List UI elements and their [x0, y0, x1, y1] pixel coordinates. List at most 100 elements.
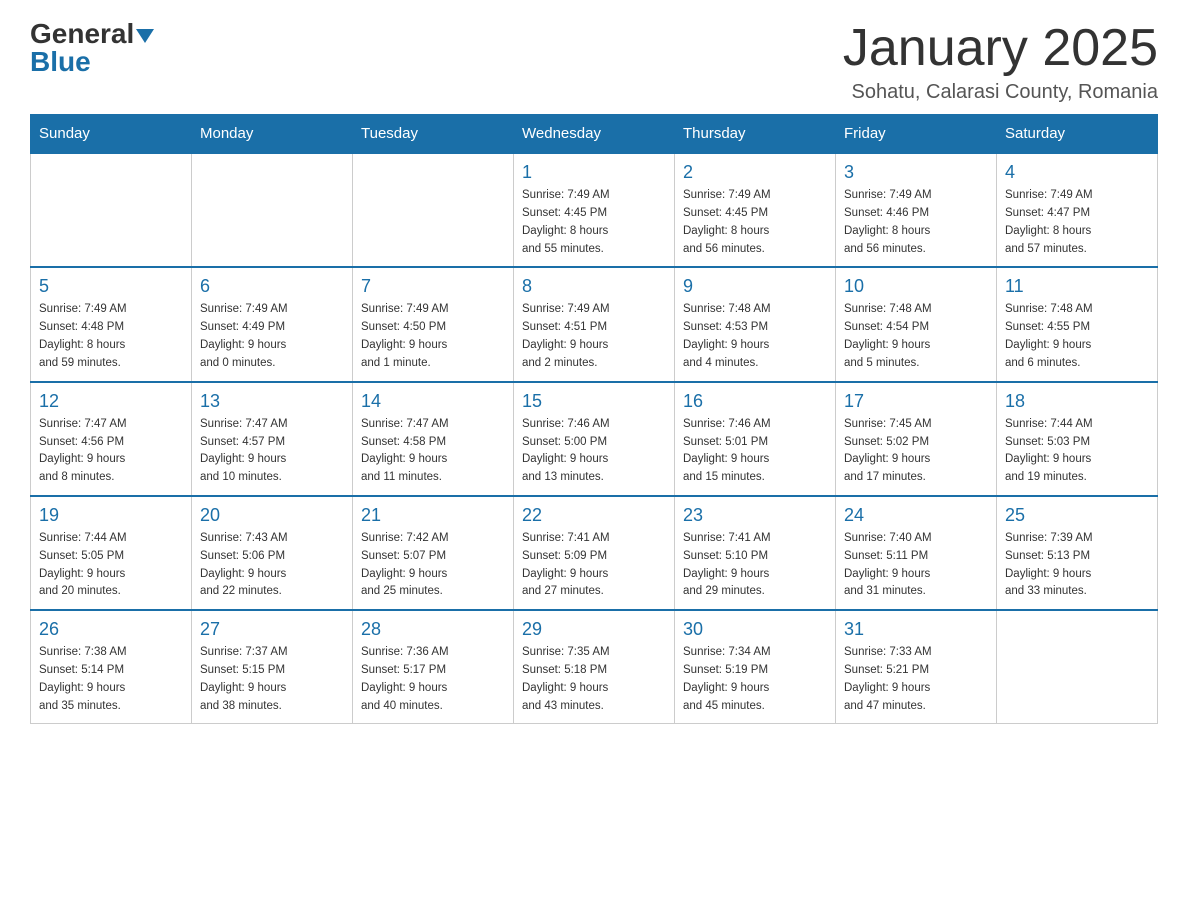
day-number: 22 [522, 505, 666, 526]
day-info: Sunrise: 7:48 AMSunset: 4:55 PMDaylight:… [1005, 301, 1149, 372]
calendar-cell [353, 153, 514, 267]
day-info: Sunrise: 7:49 AMSunset: 4:45 PMDaylight:… [522, 187, 666, 258]
calendar-cell [31, 153, 192, 267]
calendar-cell: 23 Sunrise: 7:41 AMSunset: 5:10 PMDayligh… [675, 496, 836, 610]
day-number: 11 [1005, 276, 1149, 297]
calendar-week-row: 5 Sunrise: 7:49 AMSunset: 4:48 PMDaylight… [31, 267, 1158, 381]
day-info: Sunrise: 7:46 AMSunset: 5:00 PMDaylight:… [522, 416, 666, 487]
calendar-cell: 6 Sunrise: 7:49 AMSunset: 4:49 PMDaylight… [192, 267, 353, 381]
day-info: Sunrise: 7:47 AMSunset: 4:57 PMDaylight:… [200, 416, 344, 487]
day-info: Sunrise: 7:49 AMSunset: 4:51 PMDaylight:… [522, 301, 666, 372]
day-number: 27 [200, 619, 344, 640]
calendar-week-row: 1 Sunrise: 7:49 AMSunset: 4:45 PMDaylight… [31, 153, 1158, 267]
day-number: 19 [39, 505, 183, 526]
day-number: 24 [844, 505, 988, 526]
day-number: 12 [39, 391, 183, 412]
column-header-sunday: Sunday [31, 115, 192, 154]
day-number: 9 [683, 276, 827, 297]
logo-line2: Blue [30, 48, 91, 76]
calendar-cell: 4Sunrise: 7:49 AMSunset: 4:47 PMDaylight… [997, 153, 1158, 267]
column-header-thursday: Thursday [675, 115, 836, 154]
calendar-cell: 20 Sunrise: 7:43 AMSunset: 5:06 PMDayligh… [192, 496, 353, 610]
day-info: Sunrise: 7:46 AMSunset: 5:01 PMDaylight:… [683, 416, 827, 487]
calendar-cell: 28 Sunrise: 7:36 AMSunset: 5:17 PMDayligh… [353, 610, 514, 724]
column-header-tuesday: Tuesday [353, 115, 514, 154]
day-number: 18 [1005, 391, 1149, 412]
day-number: 20 [200, 505, 344, 526]
day-info: Sunrise: 7:47 AMSunset: 4:58 PMDaylight:… [361, 416, 505, 487]
calendar-subtitle: Sohatu, Calarasi County, Romania [843, 81, 1158, 104]
calendar-cell: 21 Sunrise: 7:42 AMSunset: 5:07 PMDayligh… [353, 496, 514, 610]
day-number: 14 [361, 391, 505, 412]
calendar-cell: 7 Sunrise: 7:49 AMSunset: 4:50 PMDaylight… [353, 267, 514, 381]
calendar-cell: 5 Sunrise: 7:49 AMSunset: 4:48 PMDaylight… [31, 267, 192, 381]
day-info: Sunrise: 7:49 AMSunset: 4:47 PMDaylight:… [1005, 187, 1149, 258]
day-number: 25 [1005, 505, 1149, 526]
day-number: 10 [844, 276, 988, 297]
calendar-cell: 18Sunrise: 7:44 AMSunset: 5:03 PMDayligh… [997, 382, 1158, 496]
day-number: 28 [361, 619, 505, 640]
page-header: General Blue January 2025 Sohatu, Calara… [30, 20, 1158, 104]
calendar-cell: 12 Sunrise: 7:47 AMSunset: 4:56 PMDayligh… [31, 382, 192, 496]
calendar-cell: 10Sunrise: 7:48 AMSunset: 4:54 PMDayligh… [836, 267, 997, 381]
calendar-cell: 16 Sunrise: 7:46 AMSunset: 5:01 PMDayligh… [675, 382, 836, 496]
day-info: Sunrise: 7:37 AMSunset: 5:15 PMDaylight:… [200, 644, 344, 715]
calendar-cell: 30 Sunrise: 7:34 AMSunset: 5:19 PMDayligh… [675, 610, 836, 724]
calendar-week-row: 12 Sunrise: 7:47 AMSunset: 4:56 PMDayligh… [31, 382, 1158, 496]
day-info: Sunrise: 7:49 AMSunset: 4:48 PMDaylight:… [39, 301, 183, 372]
day-number: 30 [683, 619, 827, 640]
day-info: Sunrise: 7:43 AMSunset: 5:06 PMDaylight:… [200, 530, 344, 601]
day-info: Sunrise: 7:40 AMSunset: 5:11 PMDaylight:… [844, 530, 988, 601]
day-info: Sunrise: 7:42 AMSunset: 5:07 PMDaylight:… [361, 530, 505, 601]
day-info: Sunrise: 7:36 AMSunset: 5:17 PMDaylight:… [361, 644, 505, 715]
logo-line1: General [30, 20, 154, 48]
day-info: Sunrise: 7:49 AMSunset: 4:50 PMDaylight:… [361, 301, 505, 372]
day-info: Sunrise: 7:38 AMSunset: 5:14 PMDaylight:… [39, 644, 183, 715]
day-info: Sunrise: 7:44 AMSunset: 5:05 PMDaylight:… [39, 530, 183, 601]
calendar-cell: 31Sunrise: 7:33 AMSunset: 5:21 PMDayligh… [836, 610, 997, 724]
day-number: 1 [522, 162, 666, 183]
calendar-cell: 27 Sunrise: 7:37 AMSunset: 5:15 PMDayligh… [192, 610, 353, 724]
logo: General Blue [30, 20, 154, 76]
column-header-friday: Friday [836, 115, 997, 154]
day-info: Sunrise: 7:39 AMSunset: 5:13 PMDaylight:… [1005, 530, 1149, 601]
day-number: 29 [522, 619, 666, 640]
day-number: 7 [361, 276, 505, 297]
day-info: Sunrise: 7:47 AMSunset: 4:56 PMDaylight:… [39, 416, 183, 487]
calendar-cell: 13Sunrise: 7:47 AMSunset: 4:57 PMDayligh… [192, 382, 353, 496]
calendar-cell: 17 Sunrise: 7:45 AMSunset: 5:02 PMDayligh… [836, 382, 997, 496]
day-info: Sunrise: 7:34 AMSunset: 5:19 PMDaylight:… [683, 644, 827, 715]
day-number: 23 [683, 505, 827, 526]
calendar-week-row: 19 Sunrise: 7:44 AMSunset: 5:05 PMDayligh… [31, 496, 1158, 610]
logo-arrow-icon [136, 29, 154, 43]
day-info: Sunrise: 7:45 AMSunset: 5:02 PMDaylight:… [844, 416, 988, 487]
calendar-cell [997, 610, 1158, 724]
calendar-cell: 14 Sunrise: 7:47 AMSunset: 4:58 PMDayligh… [353, 382, 514, 496]
day-number: 5 [39, 276, 183, 297]
calendar-table: SundayMondayTuesdayWednesdayThursdayFrid… [30, 114, 1158, 724]
calendar-title: January 2025 [843, 20, 1158, 77]
calendar-cell: 1 Sunrise: 7:49 AMSunset: 4:45 PMDaylight… [514, 153, 675, 267]
calendar-cell: 19 Sunrise: 7:44 AMSunset: 5:05 PMDayligh… [31, 496, 192, 610]
day-number: 6 [200, 276, 344, 297]
calendar-cell: 29Sunrise: 7:35 AMSunset: 5:18 PMDayligh… [514, 610, 675, 724]
column-header-wednesday: Wednesday [514, 115, 675, 154]
day-info: Sunrise: 7:41 AMSunset: 5:09 PMDaylight:… [522, 530, 666, 601]
day-number: 21 [361, 505, 505, 526]
calendar-cell: 24 Sunrise: 7:40 AMSunset: 5:11 PMDayligh… [836, 496, 997, 610]
column-header-saturday: Saturday [997, 115, 1158, 154]
calendar-cell: 26Sunrise: 7:38 AMSunset: 5:14 PMDayligh… [31, 610, 192, 724]
day-number: 2 [683, 162, 827, 183]
calendar-cell: 25 Sunrise: 7:39 AMSunset: 5:13 PMDayligh… [997, 496, 1158, 610]
day-number: 16 [683, 391, 827, 412]
day-number: 17 [844, 391, 988, 412]
day-info: Sunrise: 7:49 AMSunset: 4:49 PMDaylight:… [200, 301, 344, 372]
calendar-header-row: SundayMondayTuesdayWednesdayThursdayFrid… [31, 115, 1158, 154]
day-info: Sunrise: 7:41 AMSunset: 5:10 PMDaylight:… [683, 530, 827, 601]
calendar-cell [192, 153, 353, 267]
day-number: 3 [844, 162, 988, 183]
day-number: 31 [844, 619, 988, 640]
calendar-cell: 15Sunrise: 7:46 AMSunset: 5:00 PMDayligh… [514, 382, 675, 496]
calendar-cell: 8Sunrise: 7:49 AMSunset: 4:51 PMDaylight… [514, 267, 675, 381]
calendar-cell: 11 Sunrise: 7:48 AMSunset: 4:55 PMDayligh… [997, 267, 1158, 381]
